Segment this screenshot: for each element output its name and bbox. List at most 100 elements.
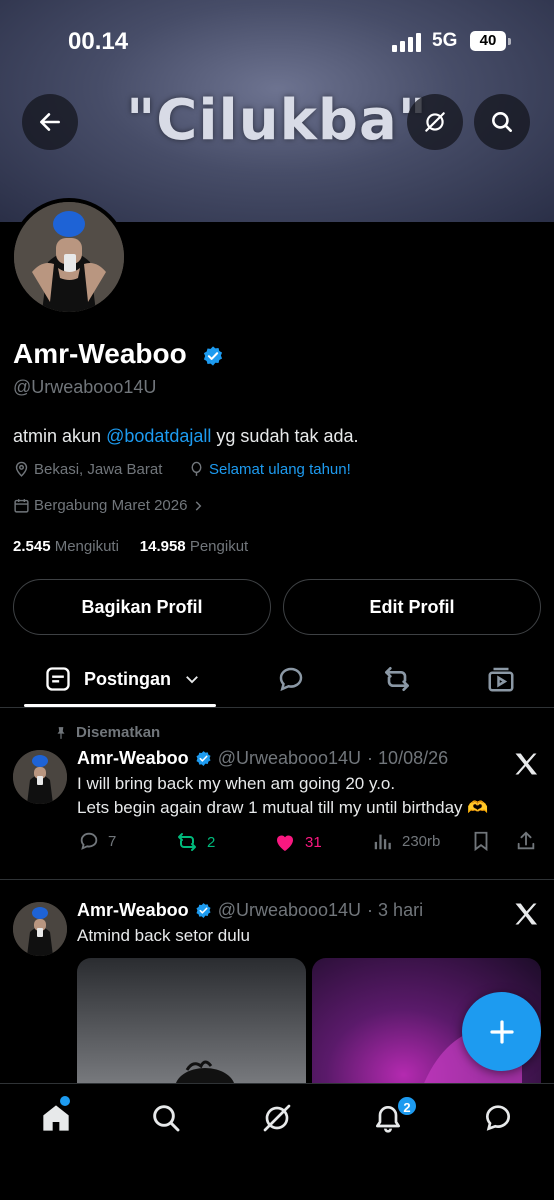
grok-button[interactable] — [407, 94, 463, 150]
location-icon — [15, 461, 28, 477]
views-icon — [374, 834, 391, 850]
following-label: Mengikuti — [54, 538, 119, 555]
chevron-right-icon — [196, 500, 202, 511]
nav-grok[interactable] — [259, 1100, 295, 1136]
post-time: · 3 hari — [367, 900, 424, 920]
pin-icon — [57, 726, 65, 739]
search-icon — [492, 112, 512, 132]
post-avatar[interactable] — [13, 902, 67, 956]
compose-post-button[interactable] — [462, 992, 541, 1071]
repost-icon — [178, 833, 196, 851]
repost-icon — [385, 667, 409, 691]
heart-filled-icon — [277, 835, 293, 851]
profile-handle: @Urweabooo14U — [13, 377, 157, 397]
battery-icon: 40 — [470, 31, 506, 51]
search-icon — [153, 1105, 180, 1132]
post-author-name[interactable]: Amr-Weaboo — [77, 900, 189, 921]
bio-text-end: yg sudah tak ada. — [211, 426, 359, 446]
signal-icon — [392, 33, 421, 52]
tab-replies[interactable] — [274, 662, 308, 696]
back-button[interactable] — [22, 94, 78, 150]
share-action[interactable] — [515, 830, 537, 852]
nav-search[interactable] — [148, 1100, 184, 1136]
share-profile-button[interactable]: Bagikan Profil — [13, 579, 271, 635]
nav-home[interactable] — [38, 1100, 74, 1136]
home-icon — [43, 1105, 69, 1131]
tab-reposts[interactable] — [380, 662, 414, 696]
banner-text: "Cilukba" — [126, 88, 428, 153]
repost-count: 2 — [207, 833, 216, 851]
profile-tabs: Postingan — [0, 650, 554, 708]
reply-icon — [80, 832, 98, 850]
follow-stats: 2.545 Mengikuti 14.958 Pengikut — [13, 538, 248, 555]
plus-icon — [489, 1019, 514, 1044]
views-action[interactable]: 230rb — [372, 830, 440, 852]
location-text: Bekasi, Jawa Barat — [34, 461, 163, 478]
x-logo-icon[interactable] — [512, 900, 540, 928]
profile-avatar[interactable] — [10, 198, 128, 316]
avatar-photo — [14, 202, 124, 312]
tab-media[interactable] — [484, 662, 518, 696]
post-time: · 10/08/26 — [367, 748, 449, 768]
x-logo-icon[interactable] — [512, 750, 540, 778]
post-header: Amr-Weaboo @Urweabooo14U · 10/08/26 — [77, 748, 448, 769]
chevron-down-icon — [186, 676, 198, 684]
followers-count: 14.958 — [139, 538, 186, 555]
profile-location: Bekasi, Jawa Barat — [13, 461, 162, 478]
birthday-text[interactable]: Selamat ulang tahun! — [209, 461, 351, 478]
bookmark-action[interactable] — [470, 830, 492, 852]
pinned-indicator: Disematkan — [54, 724, 160, 741]
post-header: Amr-Weaboo @Urweabooo14U · 3 hari — [77, 900, 423, 921]
posts-icon — [46, 667, 70, 691]
status-time: 00.14 — [68, 28, 129, 55]
reply-action[interactable]: 7 — [78, 830, 116, 852]
post-avatar[interactable] — [13, 750, 67, 804]
avatar-photo — [13, 750, 67, 804]
post-media-image[interactable] — [77, 958, 306, 1088]
nav-messages[interactable] — [480, 1100, 516, 1136]
messages-icon — [485, 1105, 511, 1131]
tab-posts-label: Postingan — [84, 668, 172, 689]
edit-profile-button[interactable]: Edit Profil — [283, 579, 541, 635]
network-type: 5G — [432, 30, 458, 51]
bookmark-icon — [474, 831, 488, 852]
post-pinned[interactable]: Disematkan Amr-Weaboo @Urweabooo14U · 10… — [0, 710, 554, 880]
balloon-icon — [191, 461, 202, 476]
grok-icon — [263, 1104, 291, 1132]
like-action[interactable]: 31 — [273, 830, 322, 854]
bio-text: atmin akun — [13, 426, 107, 446]
followers-link[interactable]: 14.958 Pengikut — [140, 538, 248, 555]
joined-text: Bergabung Maret 2026 — [34, 497, 188, 514]
reply-icon — [279, 667, 303, 692]
post-author-name[interactable]: Amr-Weaboo — [77, 748, 189, 769]
search-button[interactable] — [474, 94, 530, 150]
profile-display-name: Amr-Weaboo — [13, 338, 187, 369]
grok-icon — [425, 112, 445, 132]
views-count: 230rb — [402, 832, 441, 850]
reply-count: 7 — [108, 832, 117, 850]
notifications-badge: 2 — [396, 1095, 418, 1117]
following-link[interactable]: 2.545 Mengikuti — [13, 538, 119, 555]
calendar-icon — [14, 499, 29, 513]
followers-label: Pengikut — [189, 538, 249, 555]
profile-joined[interactable]: Bergabung Maret 2026 — [13, 497, 205, 514]
tab-active-indicator — [24, 704, 216, 707]
post-text-line: I will bring back my when am going 20 y.… — [77, 774, 396, 793]
media-icon — [488, 667, 514, 692]
back-arrow-icon — [40, 113, 60, 131]
bio-mention-link[interactable]: @bodatdajall — [106, 426, 211, 446]
verified-badge-icon — [196, 903, 211, 918]
post-text-line: Atmind back setor dulu — [77, 926, 250, 945]
status-bar: 00.14 5G 40 — [0, 26, 554, 56]
tab-posts[interactable]: Postingan — [24, 650, 216, 708]
profile-birthday[interactable]: Selamat ulang tahun! — [188, 461, 351, 478]
post-text-line: Lets begin again draw 1 mutual till my u… — [77, 798, 489, 817]
repost-action[interactable]: 2 — [175, 830, 215, 854]
profile-bio: atmin akun @bodatdajall yg sudah tak ada… — [13, 426, 359, 447]
media-photo — [175, 1060, 235, 1088]
verified-badge-icon — [196, 751, 211, 766]
like-count: 31 — [305, 833, 322, 851]
verified-badge-icon — [203, 346, 223, 366]
post-author-handle: @Urweabooo14U — [217, 748, 362, 768]
battery-tip — [508, 38, 511, 45]
